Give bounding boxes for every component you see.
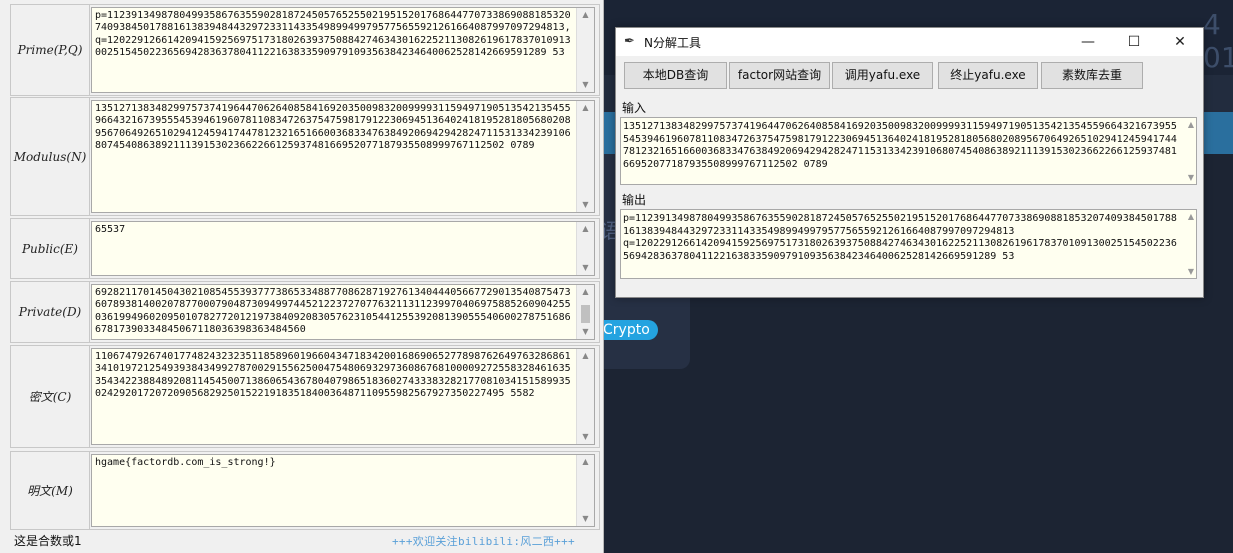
prime-label: Prime(P,Q) bbox=[11, 5, 90, 95]
output-value: p=11239134987804993586763559028187245057… bbox=[623, 213, 1177, 262]
private-row: Private(D) 69282117014504302108545539377… bbox=[10, 281, 600, 343]
ciphertext-row: 密文(C) 1106747926740177482432323511858960… bbox=[10, 345, 600, 448]
input-label: 输入 bbox=[622, 101, 647, 115]
ciphertext-label: 密文(C) bbox=[11, 346, 90, 447]
modulus-scrollbar[interactable]: ▲ ▼ bbox=[576, 101, 594, 212]
scroll-down-icon[interactable]: ▼ bbox=[1188, 267, 1194, 276]
ciphertext-scrollbar[interactable]: ▲ ▼ bbox=[576, 349, 594, 444]
input-textarea[interactable]: 1351271383482997573741964470626408584169… bbox=[620, 117, 1197, 185]
input-value: 1351271383482997573741964470626408584169… bbox=[623, 121, 1177, 170]
public-label: Public(E) bbox=[11, 219, 90, 278]
ciphertext-field[interactable]: 1106747926740177482432323511858960196604… bbox=[91, 348, 595, 445]
crypto-tag[interactable]: Crypto bbox=[600, 320, 658, 340]
public-scrollbar[interactable]: ▲ ▼ bbox=[576, 222, 594, 275]
prime-field[interactable]: p=11239134987804993586763559028187245057… bbox=[91, 7, 595, 93]
plaintext-field[interactable]: hgame{factordb.com_is_strong!} ▲ ▼ bbox=[91, 454, 595, 527]
private-scrollbar[interactable]: ▲ ▼ bbox=[576, 285, 594, 339]
prime-row: Prime(P,Q) p=112391349878049935867635590… bbox=[10, 4, 600, 96]
public-value: 65537 bbox=[95, 224, 126, 235]
close-icon[interactable]: ✕ bbox=[1157, 31, 1203, 53]
scroll-down-icon[interactable]: ▼ bbox=[1188, 173, 1194, 182]
rsa-tool-window: Prime(P,Q) p=112391349878049935867635590… bbox=[0, 0, 604, 553]
window-title: N分解工具 bbox=[644, 36, 701, 50]
public-field[interactable]: 65537 ▲ ▼ bbox=[91, 221, 595, 276]
minimize-icon[interactable]: — bbox=[1065, 31, 1111, 53]
private-field[interactable]: 6928211701450430210854553937773865334887… bbox=[91, 284, 595, 340]
stop-yafu-button[interactable]: 终止yafu.exe bbox=[938, 62, 1038, 89]
output-textarea[interactable]: p=11239134987804993586763559028187245057… bbox=[620, 209, 1197, 279]
ciphertext-value: 1106747926740177482432323511858960196604… bbox=[95, 351, 571, 400]
private-value: 6928211701450430210854553937773865334887… bbox=[95, 287, 571, 336]
plaintext-label: 明文(M) bbox=[11, 452, 90, 529]
scroll-up-icon[interactable]: ▲ bbox=[1188, 212, 1194, 221]
modulus-row: Modulus(N) 13512713834829975737419644706… bbox=[10, 97, 600, 216]
plaintext-row: 明文(M) hgame{factordb.com_is_strong!} ▲ ▼ bbox=[10, 451, 600, 530]
factordb-query-button[interactable]: factor网站查询 bbox=[729, 62, 830, 89]
modulus-field[interactable]: 1351271383482997573741964470626408584169… bbox=[91, 100, 595, 213]
prime-value: p=11239134987804993586763559028187245057… bbox=[95, 10, 571, 59]
plaintext-scrollbar[interactable]: ▲ ▼ bbox=[576, 455, 594, 526]
scroll-up-icon[interactable]: ▲ bbox=[1188, 120, 1194, 129]
title-bar[interactable]: ✒ N分解工具 — ☐ ✕ bbox=[616, 28, 1203, 56]
status-text: 这是合数或1 bbox=[14, 534, 82, 548]
credit-text: +++欢迎关注bilibili:风二西+++ bbox=[392, 535, 575, 548]
output-label: 输出 bbox=[622, 193, 647, 207]
maximize-icon[interactable]: ☐ bbox=[1111, 31, 1157, 53]
n-factor-window: ✒ N分解工具 — ☐ ✕ 本地DB查询 factor网站查询 调用yafu.e… bbox=[615, 27, 1204, 298]
background-digits: 4 01 bbox=[1203, 8, 1233, 74]
prime-db-dedup-button[interactable]: 素数库去重 bbox=[1041, 62, 1143, 89]
feather-icon: ✒ bbox=[624, 34, 635, 49]
modulus-label: Modulus(N) bbox=[11, 98, 90, 215]
local-db-query-button[interactable]: 本地DB查询 bbox=[624, 62, 727, 89]
modulus-value: 1351271383482997573741964470626408584169… bbox=[95, 103, 571, 152]
run-yafu-button[interactable]: 调用yafu.exe bbox=[832, 62, 933, 89]
private-label: Private(D) bbox=[11, 282, 90, 342]
public-row: Public(E) 65537 ▲ ▼ bbox=[10, 218, 600, 279]
prime-scrollbar[interactable]: ▲ ▼ bbox=[576, 8, 594, 92]
plaintext-value: hgame{factordb.com_is_strong!} bbox=[95, 457, 276, 468]
